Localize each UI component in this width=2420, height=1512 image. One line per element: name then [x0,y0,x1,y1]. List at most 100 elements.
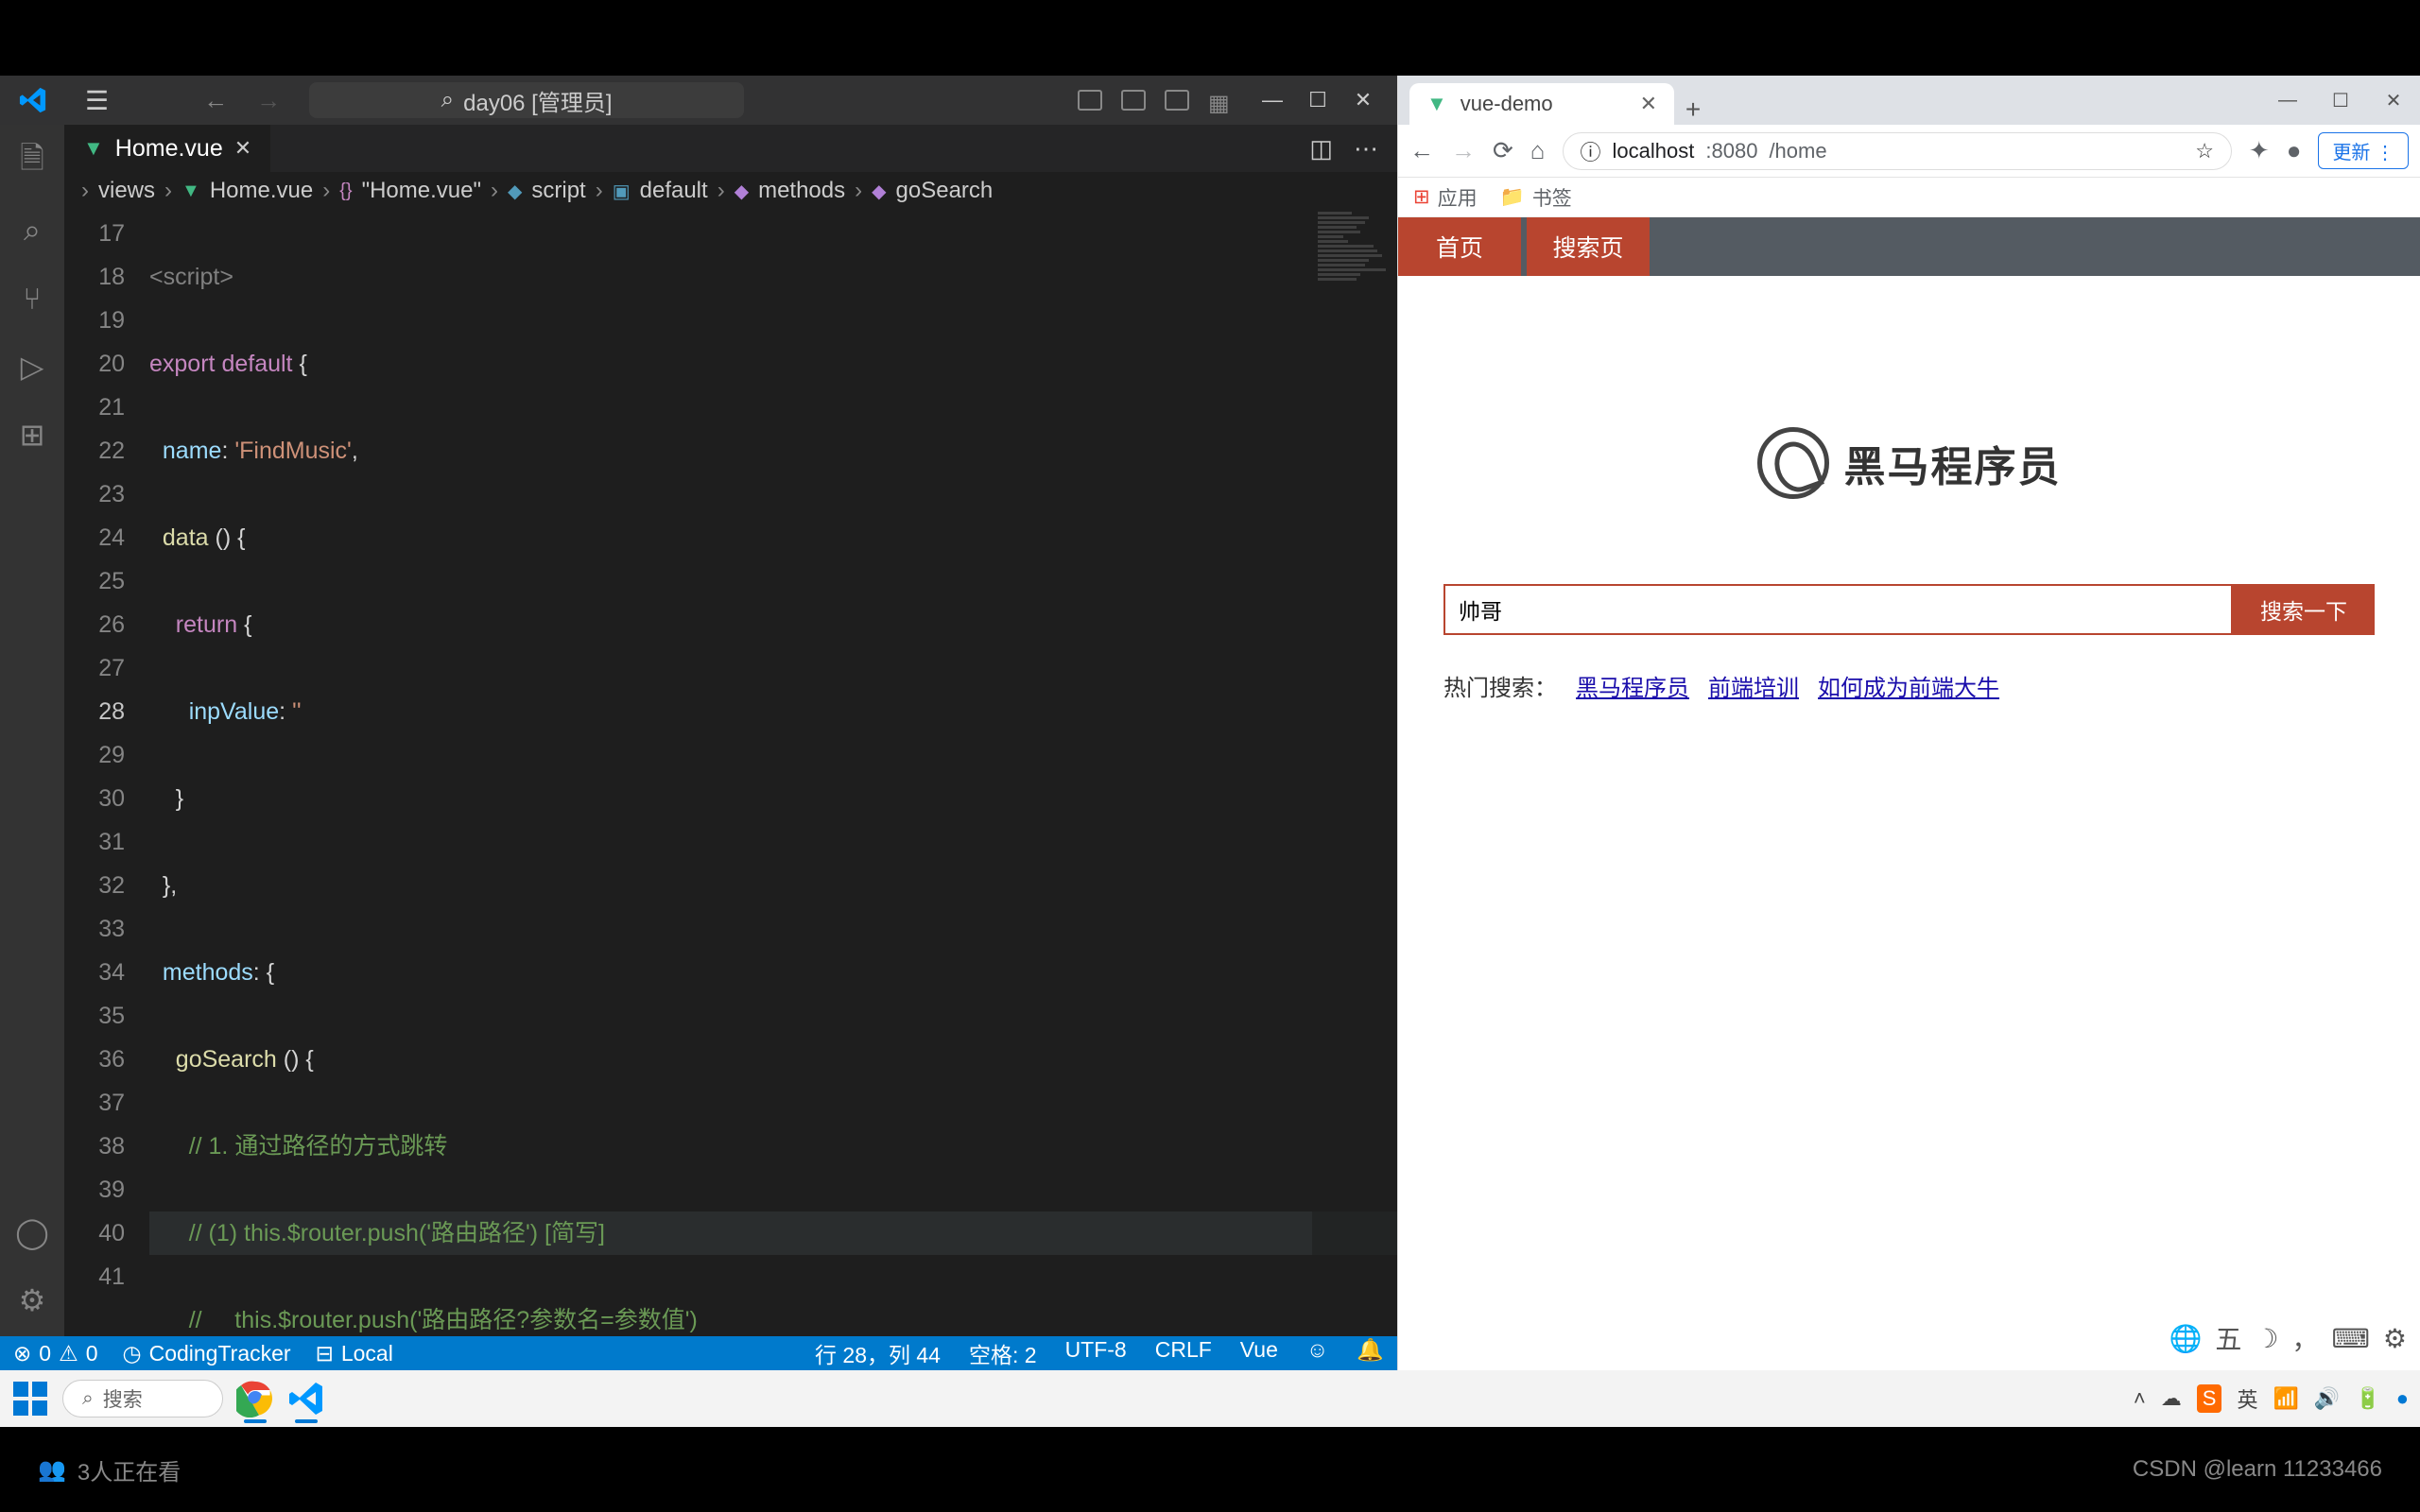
chrome-window: ▼ vue-demo ✕ + — ☐ ✕ ← → ⟳ ⌂ ⓘ localhost… [1397,76,2420,1370]
hot-link-3[interactable]: 如何成为前端大牛 [1818,669,1999,702]
account-icon[interactable]: ◯ [15,1215,49,1249]
tab-close-icon[interactable]: ✕ [234,136,251,161]
vscode-titlebar: ☰ ← → ⌕ day06 [管理员] ▦ — ☐ ✕ [0,76,1397,125]
apps-shortcut[interactable]: ⊞应用 [1413,183,1478,212]
status-local[interactable]: ⊟Local [316,1341,393,1366]
status-bar: ⊗0⚠0 ◷CodingTracker ⊟Local 行 28，列 44 空格:… [0,1336,1397,1370]
status-language[interactable]: Vue [1240,1337,1278,1369]
bookmark-folder[interactable]: 📁书签 [1500,183,1572,212]
ime-moon-icon[interactable]: ☽ [2255,1323,2278,1354]
line-numbers: 1718192021222324252627282930313233343536… [64,210,149,1336]
tab-close-icon[interactable]: ✕ [1640,92,1657,116]
update-button[interactable]: 更新 ⋮ [2318,132,2409,169]
start-button[interactable] [11,1380,49,1418]
profile-avatar-icon[interactable]: ● [2287,136,2302,165]
activity-bar: 🗎 ⌕ ⑂ ▷ ⊞ ◯ ⚙ [0,125,64,1336]
nav-search[interactable]: 搜索页 [1527,217,1650,276]
status-encoding[interactable]: UTF-8 [1065,1337,1127,1369]
tray-wifi-icon[interactable]: 📶 [2273,1386,2298,1411]
taskbar-chrome-icon[interactable] [236,1380,274,1418]
window-minimize-icon[interactable]: — [1250,76,1295,125]
nav-back-icon[interactable]: ← [203,86,228,115]
browser-home-icon[interactable]: ⌂ [1530,136,1546,165]
window-close-icon[interactable]: ✕ [1340,76,1386,125]
tray-volume-icon[interactable]: 🔊 [2314,1386,2340,1411]
source-control-icon[interactable]: ⑂ [15,282,49,316]
tray-onedrive-icon[interactable]: ☁ [2161,1386,2182,1411]
editor-tabs: ▼ Home.vue ✕ ◫ ⋯ [64,125,1397,172]
extensions-puzzle-icon[interactable]: ✦ [2249,136,2270,165]
search-sidebar-icon[interactable]: ⌕ [15,214,49,248]
tray-notification-dot[interactable]: ● [2396,1386,2409,1411]
status-feedback-icon[interactable]: ☺ [1306,1337,1328,1369]
settings-gear-icon[interactable]: ⚙ [15,1283,49,1317]
breadcrumb[interactable]: ›views ›▼Home.vue ›{}"Home.vue" ›◆script… [64,172,1397,210]
ime-keyboard-icon[interactable]: ⌨ [2331,1323,2369,1354]
address-bar[interactable]: ⓘ localhost:8080/home ☆ [1563,132,2232,170]
tray-battery-icon[interactable]: 🔋 [2355,1386,2380,1411]
tray-chevron-icon[interactable]: ˄ [2134,1386,2146,1411]
debug-icon[interactable]: ▷ [15,350,49,384]
command-center[interactable]: ⌕ day06 [管理员] [309,82,744,118]
command-center-text: day06 [管理员] [463,84,612,117]
browser-tab[interactable]: ▼ vue-demo ✕ [1409,83,1674,125]
new-tab-button[interactable]: + [1674,94,1712,125]
status-position[interactable]: 行 28，列 44 [815,1337,941,1369]
site-info-icon[interactable]: ⓘ [1581,136,1601,166]
explorer-icon[interactable]: 🗎 [15,146,49,180]
more-actions-icon[interactable]: ⋯ [1354,134,1378,163]
status-spaces[interactable]: 空格: 2 [969,1337,1037,1369]
browser-tab-title: vue-demo [1461,92,1553,116]
split-editor-icon[interactable]: ◫ [1309,134,1333,163]
tab-label: Home.vue [115,135,223,163]
clock-icon: ◷ [123,1341,142,1366]
ime-toolbar[interactable]: 🌐 五 ☽ ， ⌨ ⚙ [2169,1319,2407,1357]
layout-panel-icon[interactable] [1121,90,1146,111]
search-input[interactable] [1443,584,2233,635]
tray-lang-icon[interactable]: 英 [2237,1383,2257,1414]
taskbar-search[interactable]: ⌕搜索 [62,1380,223,1418]
page-content: 首页 搜索页 黑马程序员 搜索一下 热门搜索： 黑马程序员 前端培训 如何成为前… [1398,217,2420,1370]
folder-icon: 📁 [1500,186,1525,209]
error-icon: ⊗ [13,1341,31,1366]
vscode-window: ☰ ← → ⌕ day06 [管理员] ▦ — ☐ ✕ 🗎 ⌕ ⑂ ▷ ⊞ [0,76,1397,1370]
nav-forward-icon: → [256,86,281,115]
status-eol[interactable]: CRLF [1155,1337,1212,1369]
code-editor[interactable]: <script> export default { name: 'FindMus… [149,210,1397,1336]
hot-link-1[interactable]: 黑马程序员 [1576,669,1689,702]
hamburger-menu-icon[interactable]: ☰ [85,85,109,116]
credit-text: CSDN @learn 11233466 [2133,1456,2382,1483]
status-bell-icon[interactable]: 🔔 [1357,1337,1384,1369]
bookmark-star-icon[interactable]: ☆ [2195,139,2214,163]
hot-search-label: 热门搜索： [1443,669,1557,702]
ime-settings-icon[interactable]: ⚙ [2383,1323,2407,1354]
ime-comma-icon[interactable]: ， [2291,1319,2318,1357]
browser-back-icon[interactable]: ← [1409,136,1434,165]
layout-customize-icon[interactable]: ▦ [1208,90,1233,111]
windows-taskbar: ⌕搜索 ˄ ☁ S 英 📶 🔊 🔋 ● [0,1370,2420,1427]
tab-home-vue[interactable]: ▼ Home.vue ✕ [64,125,270,172]
taskbar-vscode-icon[interactable] [287,1380,325,1418]
browser-forward-icon: → [1451,136,1476,165]
layout-sidebar-left-icon[interactable] [1078,90,1102,111]
browser-maximize-icon[interactable]: ☐ [2314,76,2367,125]
browser-minimize-icon[interactable]: — [2261,76,2314,125]
nav-home[interactable]: 首页 [1398,217,1521,276]
ime-globe-icon[interactable]: 🌐 [2169,1323,2202,1354]
search-button[interactable]: 搜索一下 [2233,584,2375,635]
status-errors[interactable]: ⊗0⚠0 [13,1341,98,1366]
browser-close-icon[interactable]: ✕ [2367,76,2420,125]
tray-sogou-icon[interactable]: S [2197,1384,2222,1413]
status-tracker[interactable]: ◷CodingTracker [123,1341,291,1366]
apps-grid-icon: ⊞ [1413,185,1430,209]
browser-reload-icon[interactable]: ⟳ [1493,136,1513,165]
horse-logo-icon [1757,427,1829,499]
extensions-icon[interactable]: ⊞ [15,418,49,452]
hot-link-2[interactable]: 前端培训 [1708,669,1799,702]
layout-sidebar-right-icon[interactable] [1165,90,1189,111]
ime-wubi-icon[interactable]: 五 [2215,1319,2241,1357]
warning-icon: ⚠ [59,1341,78,1366]
vue-favicon-icon: ▼ [1426,92,1447,116]
minimap[interactable] [1312,210,1397,1336]
window-maximize-icon[interactable]: ☐ [1295,76,1340,125]
